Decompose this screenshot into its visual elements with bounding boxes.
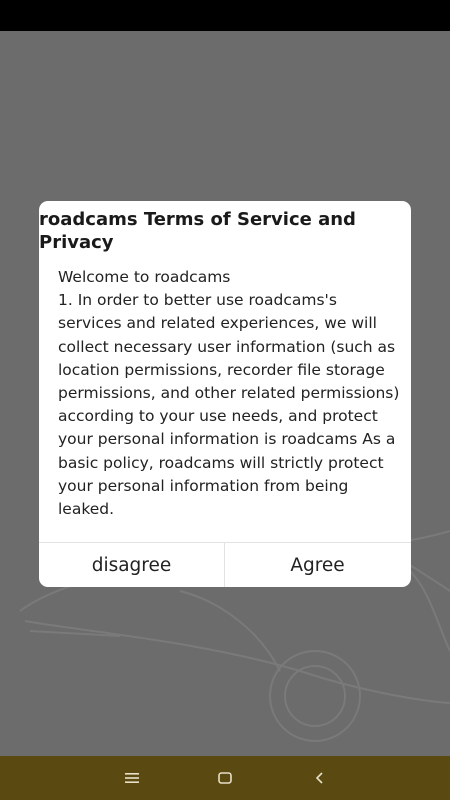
back-icon[interactable]	[290, 756, 350, 800]
dialog-body-text[interactable]: Welcome to roadcams 1. In order to bette…	[58, 266, 400, 541]
agree-button[interactable]: Agree	[225, 543, 410, 587]
disagree-button[interactable]: disagree	[39, 543, 224, 587]
menu-icon[interactable]	[102, 756, 162, 800]
home-icon[interactable]	[195, 756, 255, 800]
navigation-bar	[0, 756, 450, 800]
dialog-title: roadcams Terms of Service and Privacy	[39, 209, 356, 253]
status-bar	[0, 0, 450, 31]
terms-dialog: roadcams Terms of Service and Privacy We…	[39, 201, 411, 587]
